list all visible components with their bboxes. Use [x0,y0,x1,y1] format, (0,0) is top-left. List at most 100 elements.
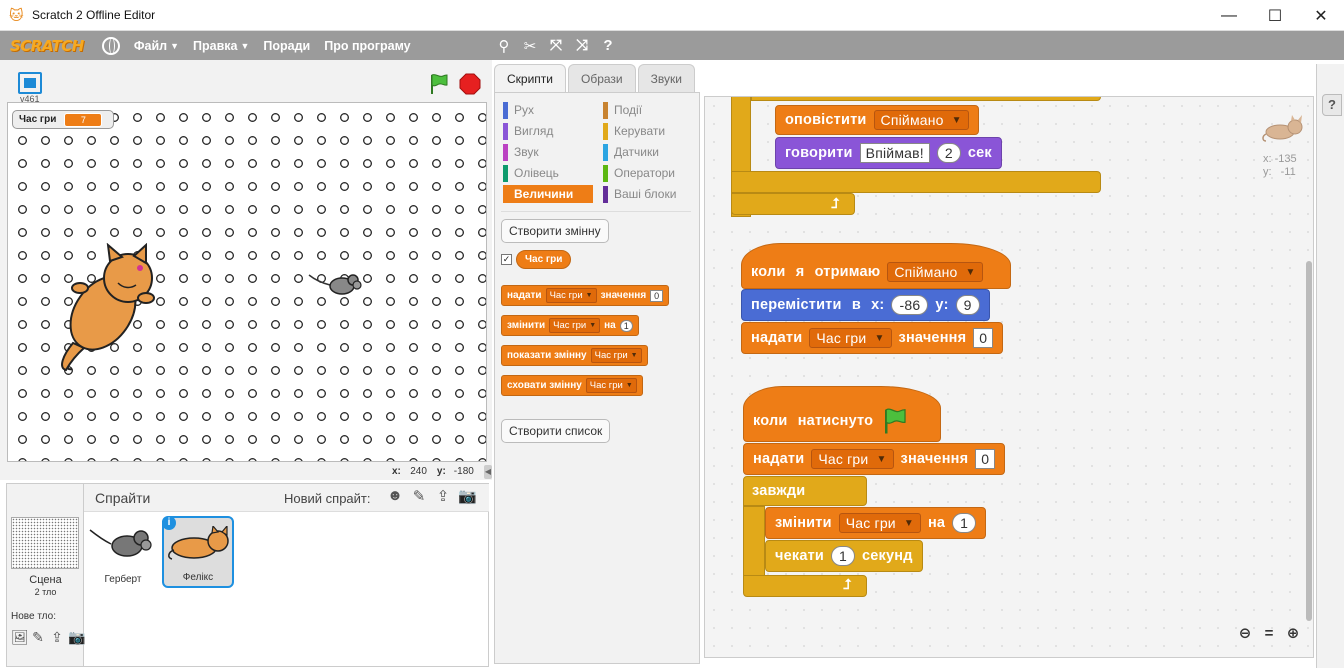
palette-hide-variable-block[interactable]: сховати змінну Час гри [501,375,643,396]
variable-dropdown[interactable]: Час гри [838,513,921,533]
camera-sprite-icon[interactable]: 📷 [458,487,477,505]
variable-dropdown[interactable]: Час гри [809,328,892,348]
category-operators[interactable]: Оператори [603,164,693,182]
mouse-sprite-herbert[interactable] [308,271,363,297]
cut-icon[interactable]: ✂ [522,37,538,55]
menu-file[interactable]: Файл ▼ [134,39,179,53]
help-icon[interactable]: ? [600,37,616,54]
forever-arm[interactable] [743,506,765,576]
palette-show-variable-block[interactable]: показати змінну Час гри [501,345,648,366]
backdrop-library-icon[interactable]: 🖼 [11,629,29,646]
upload-backdrop-icon[interactable]: ⇪ [49,629,65,646]
make-variable-button[interactable]: Створити змінну [501,219,609,243]
y-input[interactable]: 9 [955,295,980,315]
set-variable-block-2[interactable]: надати Час гри значення 0 [743,443,1006,475]
paint-sprite-icon[interactable]: ✎ [410,487,428,505]
sprite-library-icon[interactable]: ☻ [386,487,404,505]
value-input[interactable]: 1 [952,513,977,533]
sprite-y-label: y: [1263,166,1272,178]
menu-edit[interactable]: Правка ▼ [193,39,249,53]
scene-label: Сцена [29,574,62,586]
sprite-x-label: x: [1263,153,1272,165]
category-more-blocks[interactable]: Ваші блоки [603,185,693,203]
zoom-in-icon[interactable]: ⊕ [1284,625,1302,643]
stop-icon[interactable] [459,73,481,95]
category-sensing[interactable]: Датчики [603,143,693,161]
category-looks[interactable]: Вигляд [503,122,593,140]
zoom-reset-icon[interactable]: = [1260,625,1278,643]
if-block-bottom[interactable] [731,171,1101,193]
variable-monitor[interactable]: Час гри 7 [12,110,114,129]
when-i-receive-hat-block[interactable]: коли я отримаю Спіймано [741,243,1011,289]
scratch-logo[interactable]: SCRATCH [10,37,84,55]
menu-about[interactable]: Про програму [324,39,410,53]
stage-selector[interactable]: Сцена 2 тло Нове тло: 🖼 ✎ ⇪ 📷 [7,484,85,666]
fullscreen-icon[interactable] [18,72,42,94]
minimize-button[interactable]: — [1206,0,1252,31]
zoom-out-icon[interactable]: ⊖ [1236,625,1254,643]
say-secs-input[interactable]: 2 [936,143,961,163]
stage-thumbnail[interactable] [11,517,79,569]
category-sound[interactable]: Звук [503,143,593,161]
green-flag-icon[interactable] [427,72,451,96]
say-text-input[interactable]: Впіймав! [859,143,930,163]
value-input[interactable]: 0 [650,289,664,302]
message-dropdown[interactable]: Спіймано [887,262,983,282]
category-motion[interactable]: Рух [503,101,593,119]
upload-sprite-icon[interactable]: ⇪ [434,487,452,505]
variable-reporter[interactable]: Час гри [516,250,572,269]
cat-sprite-felix[interactable] [58,243,168,373]
when-flag-clicked-hat-block[interactable]: коли натиснуто [743,386,941,442]
value-input[interactable]: 1 [619,319,633,332]
palette-change-variable-block[interactable]: змінити Час гри на 1 [501,315,639,336]
go-to-xy-block[interactable]: перемістити в x: -86 y: 9 [741,289,990,321]
variable-dropdown[interactable]: Час гри [590,348,642,363]
wait-input[interactable]: 1 [831,546,856,566]
scrollbar-thumb[interactable] [1306,261,1312,621]
broadcast-block[interactable]: оповістити Спіймано [775,105,979,135]
paint-backdrop-icon[interactable]: ✎ [30,629,46,646]
editor-tabs: Скрипти Образи Звуки [494,64,695,92]
message-dropdown[interactable]: Спіймано [873,110,969,130]
tab-scripts[interactable]: Скрипти [494,64,566,92]
camera-backdrop-icon[interactable]: 📷 [68,629,85,646]
sprite-tile-felix[interactable]: i Фелікс [162,516,234,588]
say-for-secs-block[interactable]: говорити Впіймав! 2 сек [775,137,1002,169]
close-button[interactable]: ✕ [1298,0,1344,31]
block-palette: Рух Події Вигляд Керувати Звук Датчики О… [494,92,700,664]
category-data[interactable]: Величини [503,185,593,203]
wait-secs-block[interactable]: чекати 1 секунд [765,540,923,572]
make-list-button[interactable]: Створити список [501,419,611,443]
if-block-top[interactable] [751,97,1101,101]
script-scrollbar[interactable] [1305,96,1314,658]
variable-dropdown[interactable]: Час гри [545,288,597,303]
category-events[interactable]: Події [603,101,693,119]
stage-canvas[interactable] [7,102,487,462]
variable-dropdown[interactable]: Час гри [811,449,894,469]
palette-set-variable-block[interactable]: надати Час гри значення 0 [501,285,670,306]
x-input[interactable]: -86 [891,295,929,315]
set-variable-block[interactable]: надати Час гри значення 0 [741,322,1004,354]
coord-x-value: 240 [410,466,427,477]
category-pen[interactable]: Олівець [503,164,593,182]
menu-tips[interactable]: Поради [263,39,310,53]
value-input[interactable]: 0 [975,449,996,469]
sprite-x-value: -135 [1274,153,1297,165]
change-variable-block[interactable]: змінити Час гри на 1 [765,507,987,539]
variable-dropdown[interactable]: Час гри [549,318,601,333]
variable-dropdown[interactable]: Час гри [585,378,637,393]
value-input[interactable]: 0 [973,328,994,348]
shrink-icon[interactable]: ⤨ [574,37,590,54]
sprite-tile-herbert[interactable]: Герберт [87,516,159,588]
script-area[interactable]: ⮥ оповістити Спіймано говорити Впіймав! … [704,96,1314,658]
duplicate-icon[interactable]: ⚲ [496,37,512,55]
tab-sounds[interactable]: Звуки [637,64,695,92]
grow-icon[interactable]: ⤧ [548,37,564,54]
variable-checkbox[interactable]: ✓ [501,254,512,265]
tab-costumes[interactable]: Образи [568,64,636,92]
maximize-button[interactable]: ☐ [1252,0,1298,31]
language-globe-icon[interactable] [101,36,120,55]
category-control[interactable]: Керувати [603,122,693,140]
collapse-stage-icon[interactable]: ◀ [484,465,492,479]
help-tab-button[interactable]: ? [1322,94,1342,116]
